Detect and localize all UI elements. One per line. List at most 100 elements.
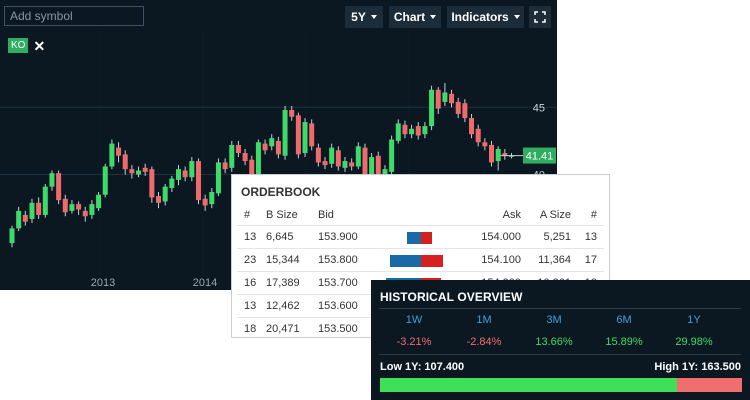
candle-body — [22, 214, 28, 222]
historical-overview-panel: HISTORICAL OVERVIEW 1W 1M 3M 6M 1Y -3.21… — [371, 280, 750, 400]
candle-body — [315, 147, 321, 163]
period-tab-6m[interactable]: 6M — [589, 314, 659, 326]
bid-price: 153.600 — [318, 300, 358, 312]
last-price-label: 41.41 — [526, 151, 554, 163]
candle-body — [322, 161, 328, 166]
change-3m: 13.66% — [535, 336, 573, 348]
candle-body — [335, 150, 341, 167]
candle-body — [435, 89, 441, 109]
candle-body — [142, 167, 148, 172]
orderbook-row: 13 6,645 153.900 154.000 5,251 13 — [232, 226, 609, 248]
candle-body — [242, 153, 248, 162]
indicators-label: Indicators — [451, 10, 509, 24]
period-tab-3m[interactable]: 3M — [519, 314, 589, 326]
candle-body — [162, 186, 168, 202]
bid-size: 12,462 — [266, 300, 300, 312]
bid-size: 17,389 — [266, 277, 300, 289]
candle-body — [16, 210, 22, 229]
candle-body — [215, 162, 221, 194]
candle-body — [209, 192, 215, 205]
fullscreen-icon — [534, 11, 546, 23]
candle-body — [469, 118, 475, 135]
candle-body — [342, 161, 348, 168]
fullscreen-button[interactable] — [529, 6, 551, 28]
candle-body — [189, 161, 195, 178]
divider — [379, 308, 741, 309]
ask-count: 17 — [584, 254, 597, 266]
change-6m: 15.89% — [605, 336, 643, 348]
candle-body — [169, 178, 175, 188]
candle-body — [122, 154, 128, 170]
ask-count: 13 — [584, 231, 597, 243]
symbol-badge: KO — [8, 38, 29, 53]
bid-size: 20,471 — [266, 323, 300, 335]
candle-body — [449, 93, 455, 104]
ask-depth-bar — [421, 232, 432, 244]
candle-body — [395, 123, 401, 141]
candle-body — [409, 128, 415, 135]
low-1y-label: Low 1Y: 107.400 — [380, 361, 465, 373]
candle-body — [455, 101, 461, 114]
candle-body — [76, 204, 82, 210]
candle-body — [42, 186, 48, 215]
range-bar-fill — [380, 378, 677, 392]
candle-body — [129, 169, 135, 174]
candle-body — [282, 109, 288, 156]
candle-body — [309, 123, 315, 147]
indicators-dropdown[interactable]: Indicators — [447, 6, 524, 28]
header-bid: Bid — [318, 209, 334, 221]
candle-body — [295, 115, 301, 155]
bid-price: 153.900 — [318, 231, 358, 243]
candle-body — [182, 170, 188, 178]
candle-body — [29, 202, 35, 219]
candle-body — [329, 147, 335, 164]
period-tab-1w[interactable]: 1W — [379, 314, 449, 326]
chart-type-dropdown[interactable]: Chart — [389, 6, 441, 28]
candle-body — [289, 109, 295, 117]
bid-count: 13 — [244, 231, 257, 243]
bid-count: 18 — [244, 323, 257, 335]
bid-count: 13 — [244, 300, 257, 312]
y-tick-label: 45 — [533, 102, 545, 114]
chart-type-label: Chart — [393, 10, 426, 24]
candle-body — [475, 128, 481, 143]
change-1w: -3.21% — [396, 336, 432, 348]
candle-body — [442, 92, 448, 102]
period-tab-1m[interactable]: 1M — [449, 314, 519, 326]
change-1m: -2.84% — [466, 336, 502, 348]
candle-body — [262, 143, 268, 151]
candle-body — [9, 228, 15, 244]
candle-body — [389, 139, 395, 172]
chevron-down-icon — [370, 15, 377, 19]
candle-body — [149, 169, 155, 198]
header-ask-count: # — [590, 209, 597, 221]
add-symbol-input[interactable] — [4, 6, 144, 26]
candle-body — [136, 170, 142, 175]
header-bid-size: B Size — [266, 209, 298, 221]
candle-body — [429, 89, 435, 127]
high-1y-label: High 1Y: 163.500 — [654, 361, 741, 373]
period-label: 5Y — [351, 10, 366, 24]
candle-body — [269, 138, 275, 147]
candle-body — [49, 173, 55, 187]
bid-depth-bar — [390, 255, 421, 267]
orderbook-row: 23 15,344 153.800 154.100 11,364 17 — [232, 249, 609, 271]
candle-body — [96, 194, 102, 209]
candle-body — [202, 198, 208, 206]
bid-size: 6,645 — [266, 231, 294, 243]
close-icon[interactable]: ✕ — [33, 39, 45, 53]
candle-body — [235, 144, 241, 154]
header-ask: Ask — [502, 209, 521, 221]
bid-count: 16 — [244, 277, 257, 289]
bid-count: 23 — [244, 254, 257, 266]
candle-body — [489, 144, 495, 163]
bid-price: 153.700 — [318, 277, 358, 289]
x-tick-label: 2013 — [91, 277, 115, 289]
header-ask-size: A Size — [539, 209, 571, 221]
candle-body — [195, 161, 201, 201]
candle-body — [176, 169, 181, 180]
period-dropdown[interactable]: 5Y — [345, 6, 383, 28]
period-tab-1y[interactable]: 1Y — [659, 314, 729, 326]
candle-body — [222, 162, 228, 170]
candle-body — [229, 144, 235, 168]
